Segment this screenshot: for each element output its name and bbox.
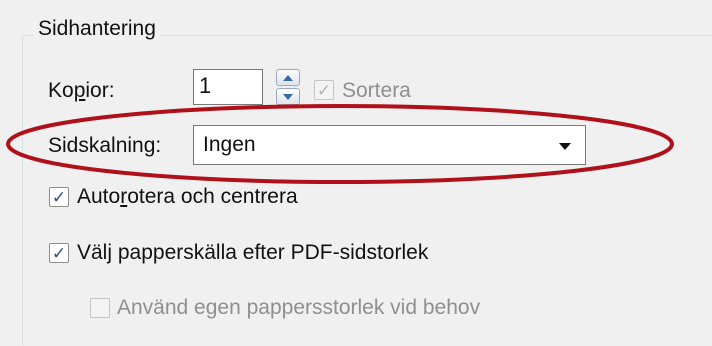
paper-source-label: Välj papperskälla efter PDF-sidstorlek xyxy=(77,241,428,265)
triangle-down-icon xyxy=(283,93,293,100)
custom-paper-size-checkbox[interactable] xyxy=(90,298,110,318)
collate-label: Sortera xyxy=(342,79,411,102)
auto-rotate-label-pre: Auto xyxy=(77,185,121,208)
auto-rotate-checkbox[interactable]: ✓ xyxy=(49,187,69,207)
spin-down-button[interactable] xyxy=(276,88,300,105)
copies-label-accelerator: p xyxy=(73,79,86,102)
check-icon: ✓ xyxy=(51,187,67,207)
paper-source-checkbox[interactable]: ✓ xyxy=(49,243,69,263)
triangle-up-icon xyxy=(283,74,293,81)
copies-label-pre: Ko xyxy=(48,79,74,102)
copies-input[interactable]: 1 xyxy=(193,69,263,105)
check-icon: ✓ xyxy=(316,80,332,100)
check-icon: ✓ xyxy=(51,243,67,263)
auto-rotate-label-post: otera och centrera xyxy=(127,185,298,208)
collate-checkbox[interactable]: ✓ xyxy=(314,80,334,100)
paper-source-label-pre: Väl xyxy=(77,241,108,264)
copies-label: Kopior: xyxy=(48,79,115,103)
page-scaling-label: Sidskalning: xyxy=(48,134,162,157)
page-scaling-select[interactable]: Ingen xyxy=(193,125,586,165)
page-handling-legend: Sidhantering xyxy=(34,17,160,41)
custom-paper-size-label: Använd egen pappersstorlek vid behov xyxy=(117,296,481,319)
paper-source-label-post: papperskälla efter PDF-sidstorlek xyxy=(112,241,429,264)
copies-label-post: ior: xyxy=(85,79,115,102)
chevron-down-icon xyxy=(559,143,571,150)
auto-rotate-label: Autorotera och centrera xyxy=(77,185,298,209)
spin-up-button[interactable] xyxy=(276,69,300,86)
page-scaling-value: Ingen xyxy=(203,133,256,156)
copies-spinner[interactable] xyxy=(276,69,300,105)
